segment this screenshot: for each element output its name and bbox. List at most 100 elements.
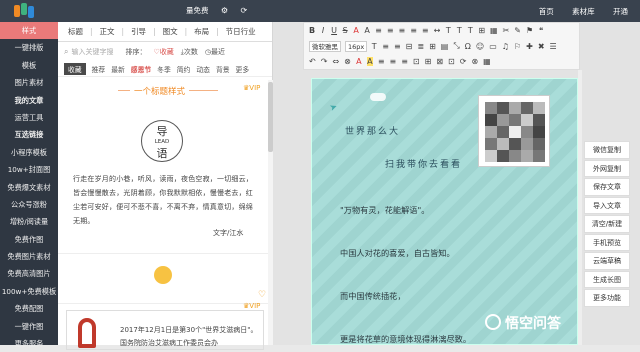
text-color-button[interactable]: A	[356, 57, 362, 66]
table-button[interactable]: ⊞	[478, 26, 485, 35]
cat-simple[interactable]: 简约	[177, 64, 191, 74]
strike-button[interactable]: S	[342, 26, 348, 35]
close-button[interactable]: ⊗	[471, 57, 478, 66]
tab-guide[interactable]: 引导	[131, 26, 146, 37]
align-right-button[interactable]: ≡	[399, 26, 406, 35]
sort-count[interactable]: ⤓次数	[181, 47, 198, 57]
sidebar-item-style[interactable]: 样式	[0, 22, 58, 40]
sidebar-item-ops-tools[interactable]: 运营工具	[0, 109, 58, 126]
table-insert-button[interactable]: ⊞	[425, 57, 432, 66]
sidebar-item-quick-design[interactable]: 一键作图	[0, 318, 58, 335]
format-button[interactable]: T	[371, 42, 377, 51]
bold-button[interactable]: B	[309, 26, 315, 35]
superscript-button[interactable]: T	[456, 26, 462, 35]
spacing-button[interactable]: ↔	[434, 26, 441, 35]
cat-more[interactable]: 更多	[236, 64, 250, 74]
table-delete-button[interactable]: ⊠	[436, 57, 443, 66]
sidebar-item-reads[interactable]: 增粉/阅读量	[0, 213, 58, 230]
import-article-button[interactable]: 导入文章	[584, 196, 630, 214]
nav-material[interactable]: 素材库	[572, 7, 595, 16]
undo-button[interactable]: ↶	[309, 57, 316, 66]
cat-animated[interactable]: 动态	[196, 64, 210, 74]
underline-button[interactable]: U	[331, 26, 337, 35]
free-link[interactable]: 量免费	[186, 6, 209, 15]
sidebar-item-images[interactable]: 图片素材	[0, 74, 58, 91]
frame-button[interactable]: ▭	[489, 42, 497, 51]
refresh-icon[interactable]: ⟳	[240, 6, 247, 15]
gear-icon[interactable]: ⚙	[221, 6, 228, 15]
swap-button[interactable]: ⇔	[332, 57, 339, 66]
insert-button[interactable]: ✚	[526, 42, 533, 51]
tab-layout[interactable]: 布局	[194, 26, 209, 37]
sidebar-item-free-pics[interactable]: 免费配图	[0, 300, 58, 317]
clear-button[interactable]: ✖	[538, 42, 545, 51]
sidebar-item-viral[interactable]: 免费爆文素材	[0, 179, 58, 196]
line-height-button[interactable]: ⊟	[406, 42, 413, 51]
emoji-button[interactable]: ☺	[476, 42, 484, 51]
column-button[interactable]: ▤	[441, 42, 449, 51]
merge-button[interactable]: ⊡	[448, 57, 455, 66]
sidebar-item-more[interactable]: 更多服务	[0, 335, 58, 352]
align-center-2-button[interactable]: ≡	[390, 57, 397, 66]
fullscreen-button[interactable]: ⤡	[453, 41, 459, 51]
article-line-2[interactable]: 中国人对花的喜爱，自古皆知。	[340, 247, 455, 259]
long-image-button[interactable]: 生成长图	[584, 270, 630, 288]
external-copy-button[interactable]: 外网复制	[584, 159, 630, 177]
image-button[interactable]: ▦	[490, 26, 498, 35]
clear-new-button[interactable]: 清空/新建	[584, 215, 630, 233]
indent-button[interactable]: ≡	[422, 26, 429, 35]
style-card-news[interactable]: ♛VIP 2017年12月1日是第30个"世界艾滋病日"。国务院防治艾滋病工作委…	[58, 302, 268, 350]
cat-thanksgiving[interactable]: 感恩节	[131, 64, 151, 74]
tab-title[interactable]: 标题	[68, 26, 83, 37]
paragraph-button[interactable]: ≣	[417, 42, 424, 51]
cat-winter[interactable]: 冬季	[157, 64, 171, 74]
bg-color-button[interactable]: A	[364, 26, 370, 35]
align-center-button[interactable]: ≡	[387, 26, 394, 35]
tab-image-text[interactable]: 图文	[163, 26, 178, 37]
align-justify-button[interactable]: ≡	[410, 26, 417, 35]
sidebar-item-template[interactable]: 模板	[0, 57, 58, 74]
article-line-1[interactable]: "万物有灵，花能解语"。	[340, 204, 429, 216]
wechat-copy-button[interactable]: 微信复制	[584, 141, 630, 159]
link-button[interactable]: ⚐	[514, 42, 521, 51]
mobile-preview-button[interactable]: 手机预览	[584, 233, 630, 251]
ordered-list-button[interactable]: ≡	[394, 42, 401, 51]
remove-format-button[interactable]: ⊗	[344, 57, 351, 66]
sidebar-item-hd-images[interactable]: 免费高清图片	[0, 265, 58, 282]
italic-button[interactable]: I	[320, 26, 326, 35]
tab-body[interactable]: 正文	[100, 26, 115, 37]
refresh-button[interactable]: ⟳	[460, 57, 467, 66]
box-button[interactable]: ⊡	[413, 57, 420, 66]
flag-button[interactable]: ⚑	[526, 26, 533, 35]
music-button[interactable]: ♫	[502, 42, 509, 51]
cloud-draft-button[interactable]: 云端草稿	[584, 252, 630, 270]
sidebar-item-layout[interactable]: 一键排版	[0, 39, 58, 56]
redo-button[interactable]: ↷	[321, 57, 328, 66]
edit-button[interactable]: ✎	[514, 26, 521, 35]
font-color-button[interactable]: A	[353, 26, 359, 35]
highlight-button[interactable]: A	[366, 57, 373, 67]
search-input[interactable]: 输入关键字搜	[71, 47, 123, 57]
cat-favorites[interactable]: 收藏	[64, 63, 86, 75]
text-style-button[interactable]: T	[445, 26, 451, 35]
quote-button[interactable]: ❝	[538, 26, 544, 35]
font-size-select[interactable]: 16px	[345, 40, 368, 52]
style-card-emoji[interactable]: ♡	[58, 254, 268, 304]
list-button[interactable]: ≡	[382, 42, 389, 51]
sidebar-item-followers[interactable]: 公众号涨粉	[0, 196, 58, 213]
tab-holiday[interactable]: 节日行业	[226, 26, 256, 37]
align-left-2-button[interactable]: ≡	[378, 57, 385, 66]
grid-button[interactable]: ⊞	[429, 42, 436, 51]
sidebar-item-free-images[interactable]: 免费图片素材	[0, 248, 58, 265]
font-family-select[interactable]: 微软雅黑	[309, 40, 341, 52]
special-char-button[interactable]: Ω	[465, 42, 471, 51]
nav-open[interactable]: 开通	[613, 7, 628, 16]
style-card-title[interactable]: 一个标题样式 ♛VIP 导 LEAD 语 行走在岁月的小巷，听风，读雨，夜色空寂…	[58, 80, 268, 254]
align-right-2-button[interactable]: ≡	[401, 57, 408, 66]
article-line-4[interactable]: 更是将花草的意境体现得淋漓尽致。	[340, 333, 471, 345]
cat-recommend[interactable]: 推荐	[92, 64, 106, 74]
cut-button[interactable]: ✂	[503, 26, 510, 35]
sort-recent[interactable]: ◷最近	[205, 47, 225, 57]
sidebar-item-free-templates[interactable]: 100w+免费模板	[0, 283, 58, 300]
sidebar-item-cover[interactable]: 10w+封面图	[0, 161, 58, 178]
